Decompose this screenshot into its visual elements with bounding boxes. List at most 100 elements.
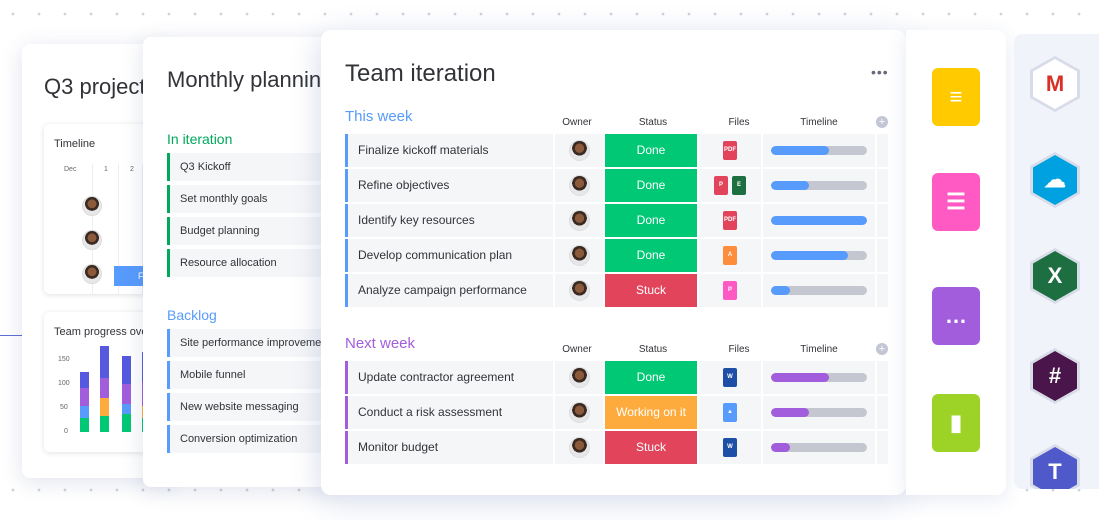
files-cell[interactable]: W [699, 431, 761, 464]
column-header-timeline: Timeline [800, 344, 838, 355]
img-file-icon[interactable]: ▲ [723, 403, 737, 422]
ai-file-icon[interactable]: A [723, 246, 737, 265]
timeline-cell[interactable] [763, 361, 875, 394]
app-glyph: ▮ [949, 410, 963, 435]
owner-cell[interactable] [555, 361, 603, 394]
doc-file-icon[interactable]: W [723, 438, 737, 457]
avatar [82, 196, 102, 216]
status-badge[interactable]: Stuck [605, 431, 697, 464]
row-end-cell [877, 431, 888, 464]
owner-cell[interactable] [555, 169, 603, 202]
owner-cell[interactable] [555, 134, 603, 167]
more-options-icon[interactable]: ••• [871, 64, 889, 80]
table-row[interactable]: Finalize kickoff materials Done PDF [345, 134, 888, 167]
timeline-cell[interactable] [763, 396, 875, 429]
item-name[interactable]: Analyze campaign performance [345, 274, 553, 307]
owner-cell[interactable] [555, 396, 603, 429]
teams-icon[interactable]: T [1030, 444, 1080, 489]
timeline-cell[interactable] [763, 134, 875, 167]
section-title[interactable]: Next week [345, 335, 415, 352]
owner-cell[interactable] [555, 204, 603, 237]
section-title[interactable]: This week [345, 108, 413, 125]
table-row[interactable]: Develop communication plan Done A [345, 239, 888, 272]
timeline-cell[interactable] [763, 274, 875, 307]
item-name[interactable]: Identify key resources [345, 204, 553, 237]
row-end-cell [877, 204, 888, 237]
timeline-cell[interactable] [763, 431, 875, 464]
avatar [569, 245, 590, 266]
board-item[interactable]: Mobile funnel [167, 361, 333, 389]
board-item[interactable]: Budget planning [167, 217, 333, 245]
item-name[interactable]: Conduct a risk assessment [345, 396, 553, 429]
gmail-icon[interactable]: M [1030, 56, 1080, 112]
form-app-icon[interactable]: ☰ [932, 173, 980, 231]
files-cell[interactable]: A [699, 239, 761, 272]
doc-app-icon[interactable]: ▮ [932, 394, 980, 452]
timeline-progress [771, 181, 810, 190]
status-badge[interactable]: Done [605, 169, 697, 202]
row-end-cell [877, 239, 888, 272]
app-glyph: … [945, 303, 967, 328]
table-row[interactable]: Monitor budget Stuck W [345, 431, 888, 464]
item-name[interactable]: Develop communication plan [345, 239, 553, 272]
board-item[interactable]: Resource allocation [167, 249, 333, 277]
doc-file-icon[interactable]: W [723, 368, 737, 387]
item-name[interactable]: Refine objectives [345, 169, 553, 202]
table-row[interactable]: Identify key resources Done PDF [345, 204, 888, 237]
gantt-app-icon[interactable]: ≡ [932, 68, 980, 126]
timeline-track [771, 373, 867, 382]
xls-file-icon[interactable]: E [732, 176, 746, 195]
owner-cell[interactable] [555, 431, 603, 464]
files-cell[interactable]: ▲ [699, 396, 761, 429]
avatar [569, 367, 590, 388]
avatar [569, 140, 590, 161]
item-name[interactable]: Finalize kickoff materials [345, 134, 553, 167]
owner-cell[interactable] [555, 239, 603, 272]
status-badge[interactable]: Done [605, 361, 697, 394]
board-item[interactable]: New website messaging [167, 393, 333, 421]
avatar [569, 437, 590, 458]
files-cell[interactable]: P [699, 274, 761, 307]
owner-cell[interactable] [555, 274, 603, 307]
psd-file-icon[interactable]: P [723, 281, 737, 300]
table-row[interactable]: Conduct a risk assessment Working on it ▲ [345, 396, 888, 429]
board-item[interactable]: Set monthly goals [167, 185, 333, 213]
status-badge[interactable]: Done [605, 134, 697, 167]
excel-icon[interactable]: X [1030, 248, 1080, 304]
add-column-icon[interactable]: + [876, 343, 888, 355]
pdf-file-icon[interactable]: PDF [723, 141, 737, 160]
slack-icon[interactable]: # [1030, 348, 1080, 404]
files-cell[interactable]: W [699, 361, 761, 394]
board-item[interactable]: Q3 Kickoff [167, 153, 333, 181]
timeline-cell[interactable] [763, 169, 875, 202]
table-row[interactable]: Analyze campaign performance Stuck P [345, 274, 888, 307]
salesforce-icon[interactable]: ☁ [1030, 152, 1080, 208]
dot-pattern-top [0, 10, 1099, 18]
files-cell[interactable]: PE [699, 169, 761, 202]
files-cell[interactable]: PDF [699, 134, 761, 167]
board-item[interactable]: Site performance improvements [167, 329, 333, 357]
table-row[interactable]: Refine objectives Done P E [345, 169, 888, 202]
ppt-file-icon[interactable]: P [714, 176, 728, 195]
timeline-cell[interactable] [763, 204, 875, 237]
teams-icon-glyph: T [1033, 447, 1077, 489]
chat-app-icon[interactable]: … [932, 287, 980, 345]
item-name[interactable]: Update contractor agreement [345, 361, 553, 394]
status-badge[interactable]: Working on it [605, 396, 697, 429]
status-badge[interactable]: Done [605, 239, 697, 272]
pdf-file-icon[interactable]: PDF [723, 211, 737, 230]
status-badge[interactable]: Stuck [605, 274, 697, 307]
table-row[interactable]: Update contractor agreement Done W [345, 361, 888, 394]
board-item[interactable]: Conversion optimization [167, 425, 333, 453]
avatar [82, 264, 102, 284]
y-tick: 50 [60, 404, 68, 411]
row-end-cell [877, 361, 888, 394]
item-name[interactable]: Monitor budget [345, 431, 553, 464]
add-column-icon[interactable]: + [876, 116, 888, 128]
status-badge[interactable]: Done [605, 204, 697, 237]
timeline-cell[interactable] [763, 239, 875, 272]
files-cell[interactable]: PDF [699, 204, 761, 237]
timeline-track [771, 408, 867, 417]
progress-bar [100, 346, 109, 432]
row-end-cell [877, 396, 888, 429]
